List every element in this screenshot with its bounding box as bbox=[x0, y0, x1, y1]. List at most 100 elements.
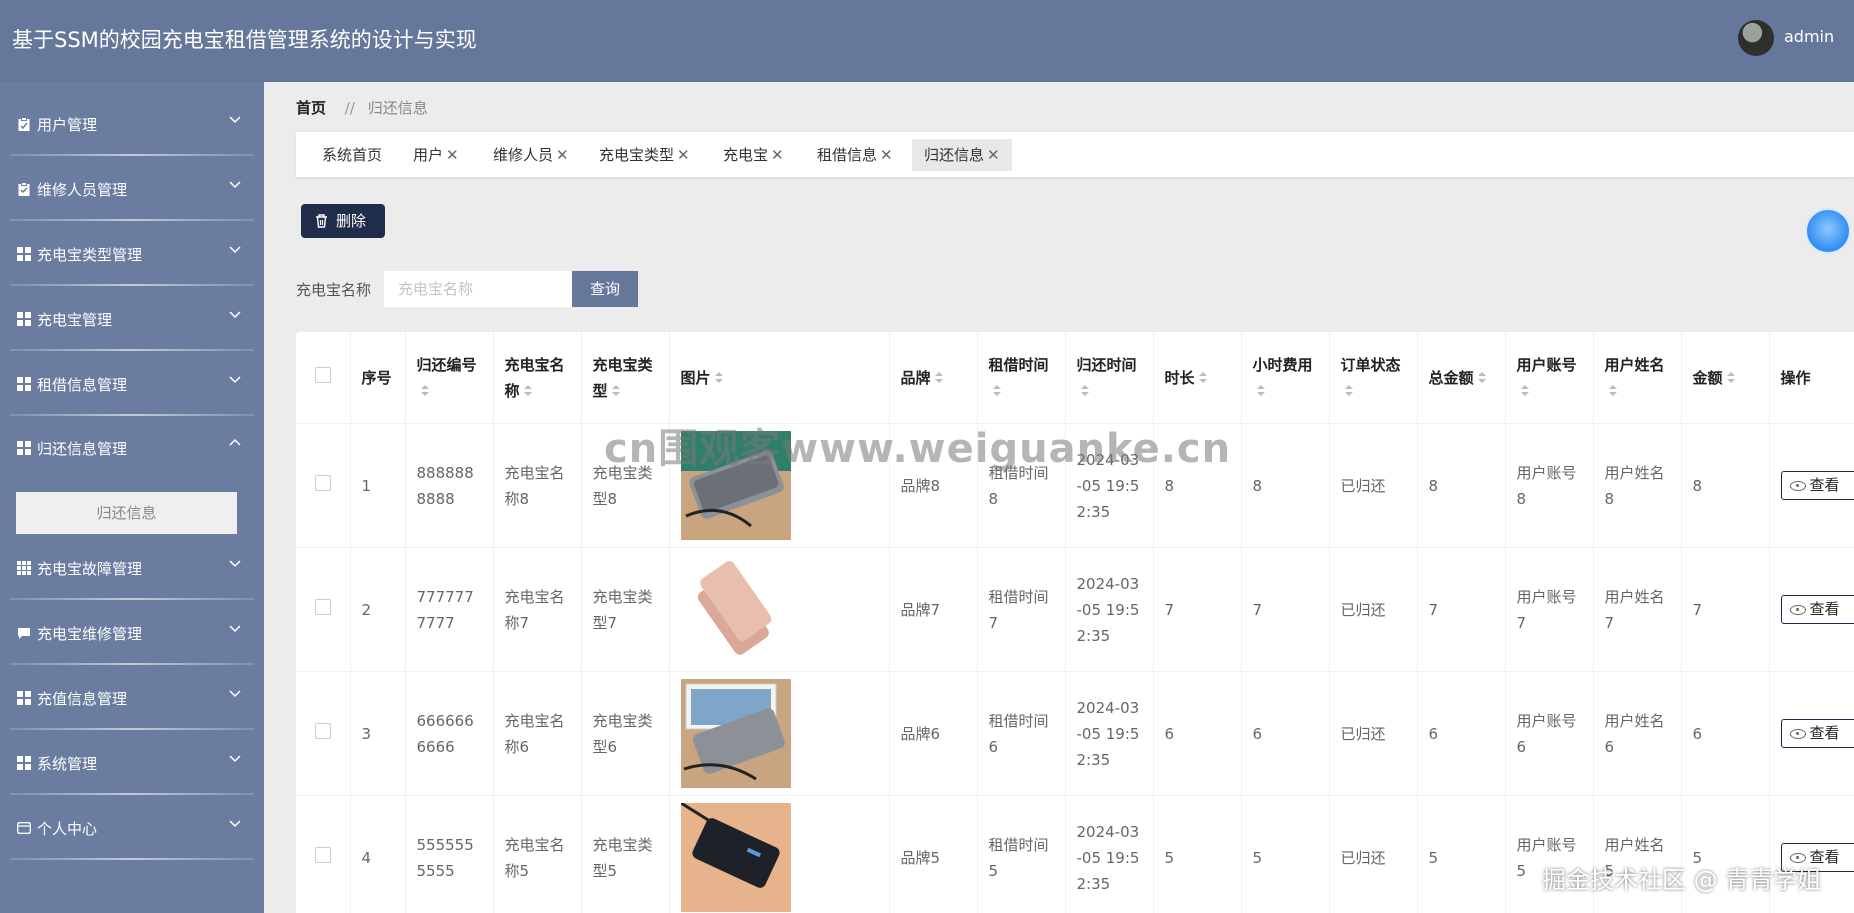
close-icon[interactable]: ✕ bbox=[880, 146, 893, 164]
cell-no: 4 bbox=[350, 795, 406, 913]
sidebar: 用户管理 维修人员管理充电宝类型管理 充电宝管理租借信息管理 归还信息管理充电宝故障管… bbox=[0, 82, 264, 913]
column-header[interactable]: 归还编号 bbox=[405, 332, 494, 424]
sidebar-item-label: 充电宝故障管理 bbox=[37, 560, 143, 578]
sort-icon[interactable] bbox=[420, 385, 429, 397]
sidebar-item-4[interactable]: 租借信息管理 bbox=[0, 354, 264, 416]
sidebar-item-label: 充电宝管理 bbox=[37, 311, 113, 329]
close-icon[interactable]: ✕ bbox=[987, 146, 1000, 164]
sidebar-item-10[interactable]: 个人中心 bbox=[0, 798, 264, 860]
sidebar-item-5[interactable]: 归还信息管理 bbox=[0, 418, 264, 480]
sort-icon[interactable] bbox=[611, 385, 620, 397]
sort-icon[interactable] bbox=[1344, 385, 1353, 397]
sidebar-item-2[interactable]: 充电宝类型管理 bbox=[0, 224, 264, 286]
tab-1[interactable]: 用户 ✕ bbox=[401, 139, 471, 171]
sidebar-item-label: 充电宝类型管理 bbox=[37, 246, 143, 264]
tab-label: 系统首页 bbox=[322, 146, 383, 164]
column-header[interactable]: 品牌 bbox=[889, 332, 978, 424]
tab-3[interactable]: 充电宝类型 ✕ bbox=[587, 139, 702, 171]
column-header[interactable]: 总金额 bbox=[1417, 332, 1506, 424]
cell-type: 充电宝类型7 bbox=[581, 547, 670, 672]
breadcrumb-separator: // bbox=[344, 99, 355, 117]
column-header[interactable]: 租借时间 bbox=[977, 332, 1066, 424]
close-icon[interactable]: ✕ bbox=[677, 146, 690, 164]
powerbank-image bbox=[680, 431, 791, 540]
cell-user-name: 用户姓名7 bbox=[1593, 547, 1682, 672]
sort-icon[interactable] bbox=[1477, 372, 1486, 384]
eye-icon bbox=[1789, 852, 1806, 863]
column-header[interactable]: 用户姓名 bbox=[1593, 332, 1682, 424]
floating-action-button[interactable] bbox=[1805, 208, 1851, 254]
select-all-checkbox[interactable] bbox=[314, 366, 331, 383]
row-checkbox[interactable] bbox=[314, 474, 331, 491]
view-button[interactable]: 查看 bbox=[1780, 719, 1854, 748]
delete-button[interactable]: 删除 bbox=[301, 204, 385, 238]
sort-icon[interactable] bbox=[1198, 372, 1207, 384]
column-header-label: 租借时间 bbox=[988, 355, 1049, 374]
sort-icon[interactable] bbox=[934, 372, 943, 384]
column-header[interactable]: 时长 bbox=[1153, 332, 1242, 424]
sidebar-item-7[interactable]: 充电宝维修管理 bbox=[0, 603, 264, 665]
row-checkbox[interactable] bbox=[314, 722, 331, 739]
column-header[interactable]: 充电宝类型 bbox=[581, 332, 670, 424]
username[interactable]: admin bbox=[1784, 27, 1834, 46]
table-row[interactable]: 1 8888888888 充电宝名称8 充电宝类型8 品牌8 租借时间8 2024-03-0… bbox=[296, 423, 1854, 548]
sort-icon[interactable] bbox=[523, 385, 532, 397]
column-header[interactable]: 订单状态 bbox=[1329, 332, 1418, 424]
column-header[interactable]: 小时费用 bbox=[1241, 332, 1330, 424]
sidebar-item-9[interactable]: 系统管理 bbox=[0, 733, 264, 795]
sidebar-item-label: 充电宝维修管理 bbox=[37, 625, 143, 643]
sidebar-subitem-return-info[interactable]: 归还信息 bbox=[16, 492, 237, 534]
close-icon[interactable]: ✕ bbox=[556, 146, 569, 164]
sidebar-divider bbox=[10, 219, 254, 221]
sidebar-item-8[interactable]: 充值信息管理 bbox=[0, 668, 264, 730]
cell-user-name: 用户姓名8 bbox=[1593, 423, 1682, 548]
tab-5[interactable]: 租借信息 ✕ bbox=[805, 139, 905, 171]
chevron-down-icon bbox=[229, 625, 241, 633]
cell-user-name: 用户姓名6 bbox=[1593, 671, 1682, 796]
sidebar-divider bbox=[10, 728, 254, 730]
view-button[interactable]: 查看 bbox=[1780, 595, 1854, 624]
close-icon[interactable]: ✕ bbox=[771, 146, 784, 164]
search-input[interactable] bbox=[384, 271, 600, 307]
table-row[interactable]: 2 7777777777 充电宝名称7 充电宝类型7 品牌7 租借时间7 2024-03-0… bbox=[296, 547, 1854, 672]
tab-0[interactable]: 系统首页 bbox=[310, 139, 394, 171]
sort-icon[interactable] bbox=[1256, 385, 1265, 397]
cell-status: 已归还 bbox=[1329, 423, 1418, 548]
breadcrumb-home[interactable]: 首页 bbox=[296, 99, 326, 117]
column-header[interactable]: 图片 bbox=[669, 332, 890, 424]
sort-icon[interactable] bbox=[714, 372, 723, 384]
grid-icon bbox=[17, 311, 31, 326]
cell-no: 2 bbox=[350, 547, 406, 672]
cell-user-name: 用户姓名5 bbox=[1593, 795, 1682, 913]
user-avatar[interactable] bbox=[1738, 20, 1774, 56]
actions-cell: 查看 bbox=[1769, 547, 1854, 672]
sort-icon[interactable] bbox=[1080, 385, 1089, 397]
eye-icon bbox=[1789, 480, 1806, 491]
column-header[interactable]: 归还时间 bbox=[1065, 332, 1154, 424]
column-header[interactable]: 用户账号 bbox=[1505, 332, 1594, 424]
column-header-label: 序号 bbox=[361, 368, 392, 387]
view-button[interactable]: 查看 bbox=[1780, 843, 1854, 872]
sidebar-item-3[interactable]: 充电宝管理 bbox=[0, 289, 264, 351]
column-header[interactable]: 充电宝名称 bbox=[493, 332, 582, 424]
sidebar-item-1[interactable]: 维修人员管理 bbox=[0, 159, 264, 221]
sidebar-item-0[interactable]: 用户管理 bbox=[0, 94, 264, 156]
tab-6[interactable]: 归还信息 ✕ bbox=[912, 139, 1012, 171]
query-button[interactable]: 查询 bbox=[572, 271, 638, 307]
sort-icon[interactable] bbox=[1726, 372, 1735, 384]
cell-rent-time: 租借时间5 bbox=[977, 795, 1066, 913]
table-row[interactable]: 4 5555555555 充电宝名称5 充电宝类型5 品牌5 租借时间5 2024-03-0… bbox=[296, 795, 1854, 913]
tab-4[interactable]: 充电宝 ✕ bbox=[711, 139, 796, 171]
row-checkbox[interactable] bbox=[314, 598, 331, 615]
sort-icon[interactable] bbox=[1520, 385, 1529, 397]
table-row[interactable]: 3 6666666666 充电宝名称6 充电宝类型6 品牌6 租借时间6 2024-03-0… bbox=[296, 671, 1854, 796]
tab-2[interactable]: 维修人员 ✕ bbox=[481, 139, 581, 171]
row-checkbox[interactable] bbox=[314, 846, 331, 863]
column-header[interactable]: 金额 bbox=[1681, 332, 1770, 424]
close-icon[interactable]: ✕ bbox=[446, 146, 459, 164]
view-button[interactable]: 查看 bbox=[1780, 471, 1854, 500]
sort-icon[interactable] bbox=[992, 385, 1001, 397]
sort-icon[interactable] bbox=[1608, 385, 1617, 397]
breadcrumb: 首页 // 归还信息 bbox=[296, 97, 428, 118]
sidebar-item-6[interactable]: 充电宝故障管理 bbox=[0, 538, 264, 600]
